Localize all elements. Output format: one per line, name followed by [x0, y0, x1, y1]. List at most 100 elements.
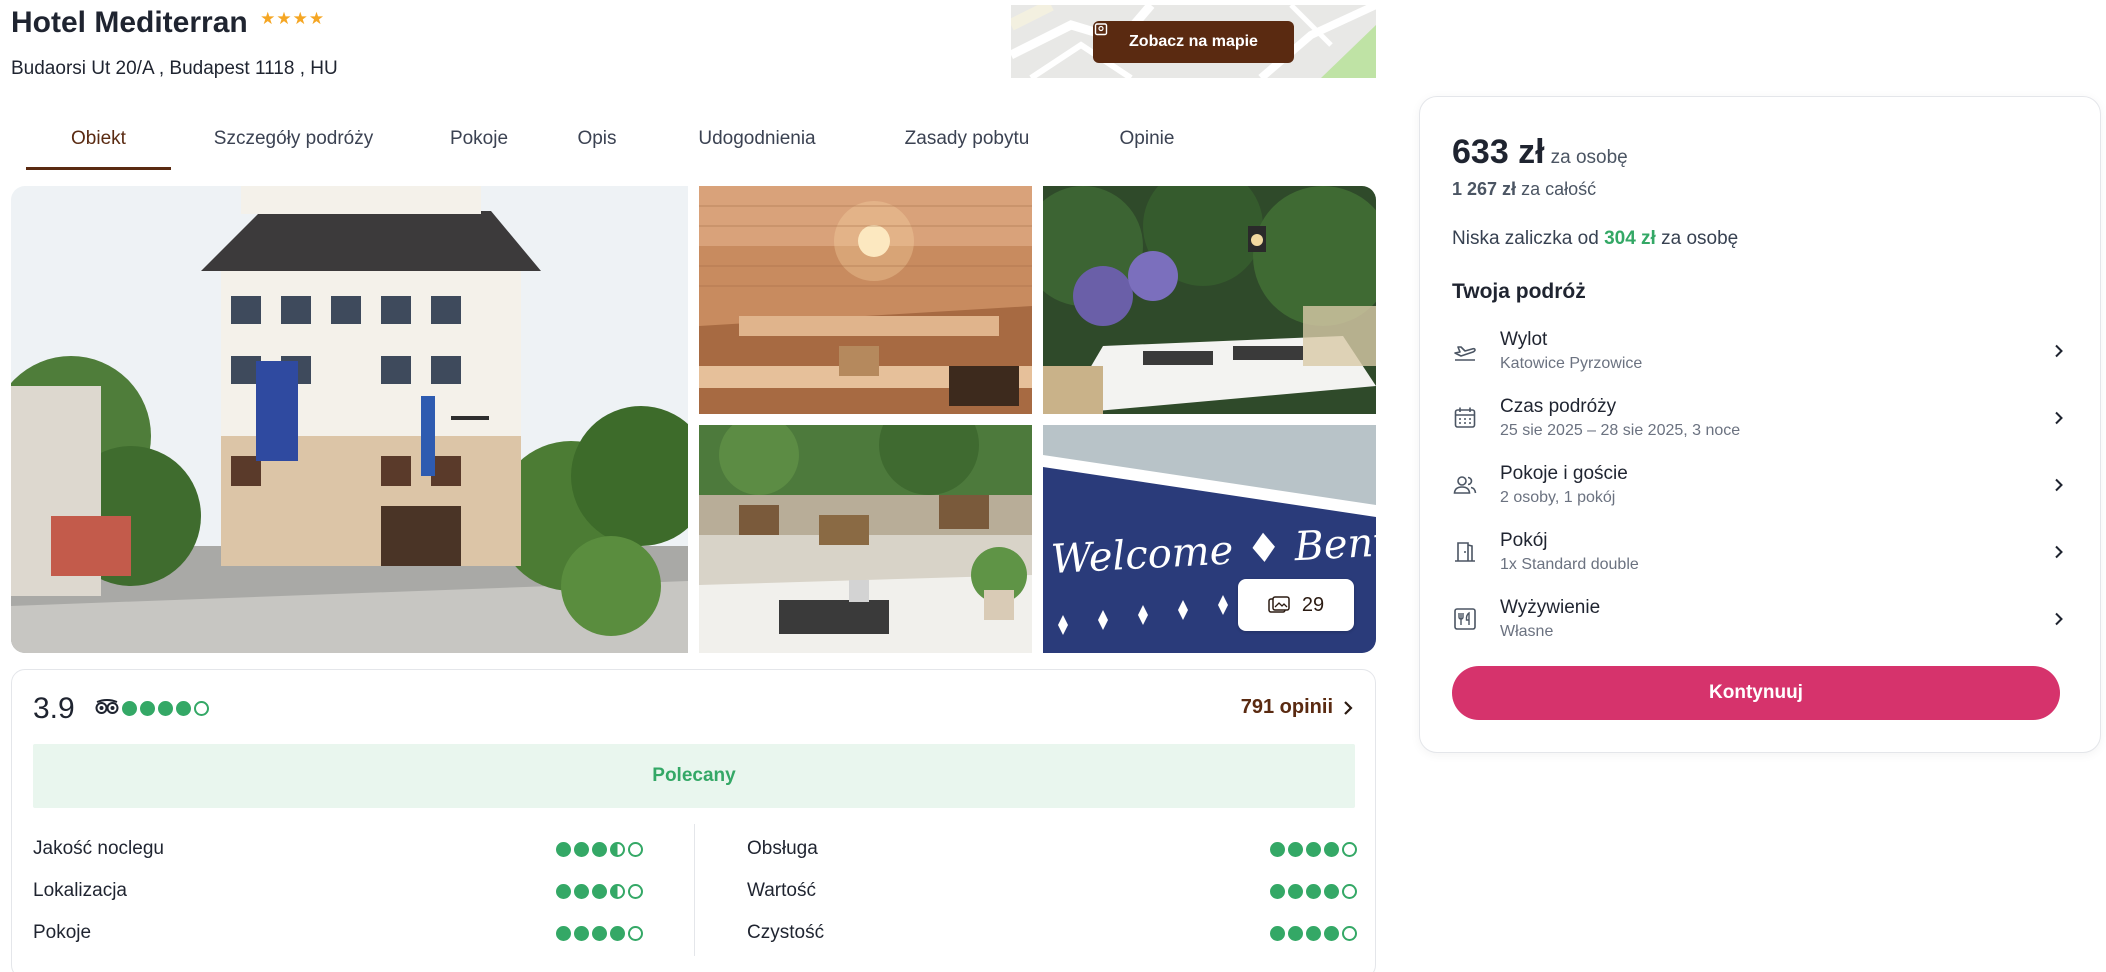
criterion-label: Czystość — [747, 922, 825, 943]
rating-bubble — [158, 701, 173, 716]
hotel-header: Hotel Mediterran ★★★★ Budaorsi Ut 20/A ,… — [11, 6, 991, 86]
price-per-person: 633 zł — [1452, 133, 1545, 171]
rating-bubble — [610, 841, 625, 857]
deposit-prefix: Niska zaliczka od — [1452, 228, 1599, 249]
photo-terrace-restaurant[interactable] — [699, 425, 1032, 653]
total-price: 1 267 zł — [1452, 179, 1517, 199]
hotel-stars: ★★★★ — [260, 9, 326, 28]
criterion-label: Lokalizacja — [33, 880, 127, 901]
rating-bubble — [1306, 925, 1321, 941]
trip-item-label: Wylot — [1500, 328, 1548, 350]
trip-item-board[interactable]: Wyżywienie Własne — [1452, 585, 2072, 652]
total-price-label: za całość — [1521, 179, 1597, 199]
trip-item-departure[interactable]: Wylot Katowice Pyrzowice — [1452, 317, 2072, 384]
criterion-row: Czystość — [747, 912, 1357, 954]
reviews-link[interactable]: 791 opinii — [1241, 696, 1353, 719]
total-price-row: 1 267 zł za całość — [1452, 179, 1596, 200]
tab-zasady-pobytu[interactable]: Zasady pobytu — [862, 108, 1072, 170]
photo-gallery: Welcome ♦ Benvenuto 29 — [11, 186, 1376, 653]
rating-bubble — [1306, 841, 1321, 857]
chevron-right-icon — [2055, 478, 2063, 491]
trip-item-value: 2 osoby, 1 pokój — [1500, 488, 1616, 506]
trip-details-list: Wylot Katowice Pyrzowice Czas podróży 25… — [1452, 317, 2072, 652]
photo-terrace-table[interactable] — [1043, 186, 1376, 414]
chevron-right-icon — [2055, 344, 2063, 357]
chevron-right-icon — [1344, 700, 1353, 715]
recommended-badge: Polecany — [33, 744, 1355, 808]
tab-label: Opinie — [1119, 128, 1175, 149]
rating-bubble — [628, 841, 643, 857]
rating-bubble — [592, 883, 607, 899]
photo-welcome-sign[interactable]: Welcome ♦ Benvenuto 29 — [1043, 425, 1376, 653]
trip-item-value: Własne — [1500, 622, 1554, 640]
rating-bubble — [122, 701, 137, 716]
rating-bubble — [1324, 925, 1339, 941]
criterion-label: Pokoje — [33, 922, 92, 943]
criterion-bubbles — [556, 925, 643, 941]
rating-bubble — [1288, 883, 1303, 899]
trip-item-room[interactable]: Pokój 1x Standard double — [1452, 518, 2072, 585]
tab-pokoje[interactable]: Pokoje — [416, 108, 542, 170]
rating-bubble — [574, 883, 589, 899]
criterion-bubbles — [1270, 841, 1357, 857]
trip-item-value: 1x Standard double — [1500, 555, 1639, 573]
criterion-bubbles — [556, 841, 643, 857]
rating-bubble — [1288, 841, 1303, 857]
price-per-label: za osobę — [1550, 147, 1628, 168]
rating-bubbles — [122, 701, 209, 716]
hotel-address: Budaorsi Ut 20/A , Budapest 1118 , HU — [11, 58, 338, 79]
rating-bubble — [194, 701, 209, 716]
tab-szczegoly-podrozy[interactable]: Szczegóły podróży — [171, 108, 416, 170]
calendar-icon — [1454, 407, 1476, 428]
trip-item-dates[interactable]: Czas podróży 25 sie 2025 – 28 sie 2025, … — [1452, 384, 2072, 451]
chevron-right-icon — [2055, 612, 2063, 625]
rating-bubble — [1324, 883, 1339, 899]
tab-label: Udogodnienia — [698, 128, 816, 149]
rating-bubble — [574, 925, 589, 941]
continue-button[interactable]: Kontynuuj — [1452, 666, 2060, 720]
criterion-row: Wartość — [747, 870, 1357, 912]
criterion-label: Obsługa — [747, 838, 818, 859]
rating-bubble — [1270, 883, 1285, 899]
photo-count-button[interactable]: 29 — [1238, 579, 1354, 631]
rating-bubble — [1324, 841, 1339, 857]
trip-item-rooms-guests[interactable]: Pokoje i goście 2 osoby, 1 pokój — [1452, 451, 2072, 518]
rating-bubble — [1288, 925, 1303, 941]
photo-sauna[interactable] — [699, 186, 1032, 414]
rating-bubble — [610, 925, 625, 941]
rating-bubble — [1270, 925, 1285, 941]
tripadvisor-icon — [95, 699, 119, 714]
criterion-row: Pokoje — [33, 912, 643, 954]
criteria-divider — [694, 824, 695, 956]
tab-udogodnienia[interactable]: Udogodnienia — [652, 108, 862, 170]
hotel-name: Hotel Mediterran — [11, 6, 248, 39]
tab-obiekt[interactable]: Obiekt — [26, 108, 171, 170]
rating-bubble — [556, 883, 571, 899]
trip-item-label: Wyżywienie — [1500, 596, 1601, 618]
rating-bubble — [574, 841, 589, 857]
rating-bubble — [556, 841, 571, 857]
rating-bubble — [1342, 841, 1357, 857]
tab-opis[interactable]: Opis — [542, 108, 652, 170]
chevron-right-icon — [2055, 411, 2063, 424]
hotel-tabs: Obiekt Szczegóły podróży Pokoje Opis Udo… — [26, 108, 1222, 170]
deposit-suffix: za osobę — [1661, 228, 1739, 249]
trip-item-label: Pokoje i goście — [1500, 462, 1628, 484]
criteria-left: Jakość noclegu Lokalizacja Pokoje — [33, 828, 643, 954]
rating-bubble — [140, 701, 155, 716]
criterion-row: Jakość noclegu — [33, 828, 643, 870]
photo-hotel-exterior[interactable] — [11, 186, 688, 653]
deposit-info: Niska zaliczka od 304 zł za osobę — [1452, 228, 1738, 250]
rating-bubble — [1306, 883, 1321, 899]
booking-panel: 633 zł za osobę 1 267 zł za całość Niska… — [1419, 96, 2101, 753]
map-thumbnail[interactable]: Zobacz na mapie — [1011, 5, 1376, 78]
tab-label: Obiekt — [71, 128, 126, 149]
criterion-bubbles — [1270, 925, 1357, 941]
tab-opinie[interactable]: Opinie — [1072, 108, 1222, 170]
plane-departure-icon — [1454, 345, 1476, 361]
criterion-bubbles — [1270, 883, 1357, 899]
tab-label: Zasady pobytu — [904, 128, 1030, 149]
rating-bubble — [592, 925, 607, 941]
rating-bubble — [592, 841, 607, 857]
show-on-map-button[interactable]: Zobacz na mapie — [1093, 21, 1294, 63]
